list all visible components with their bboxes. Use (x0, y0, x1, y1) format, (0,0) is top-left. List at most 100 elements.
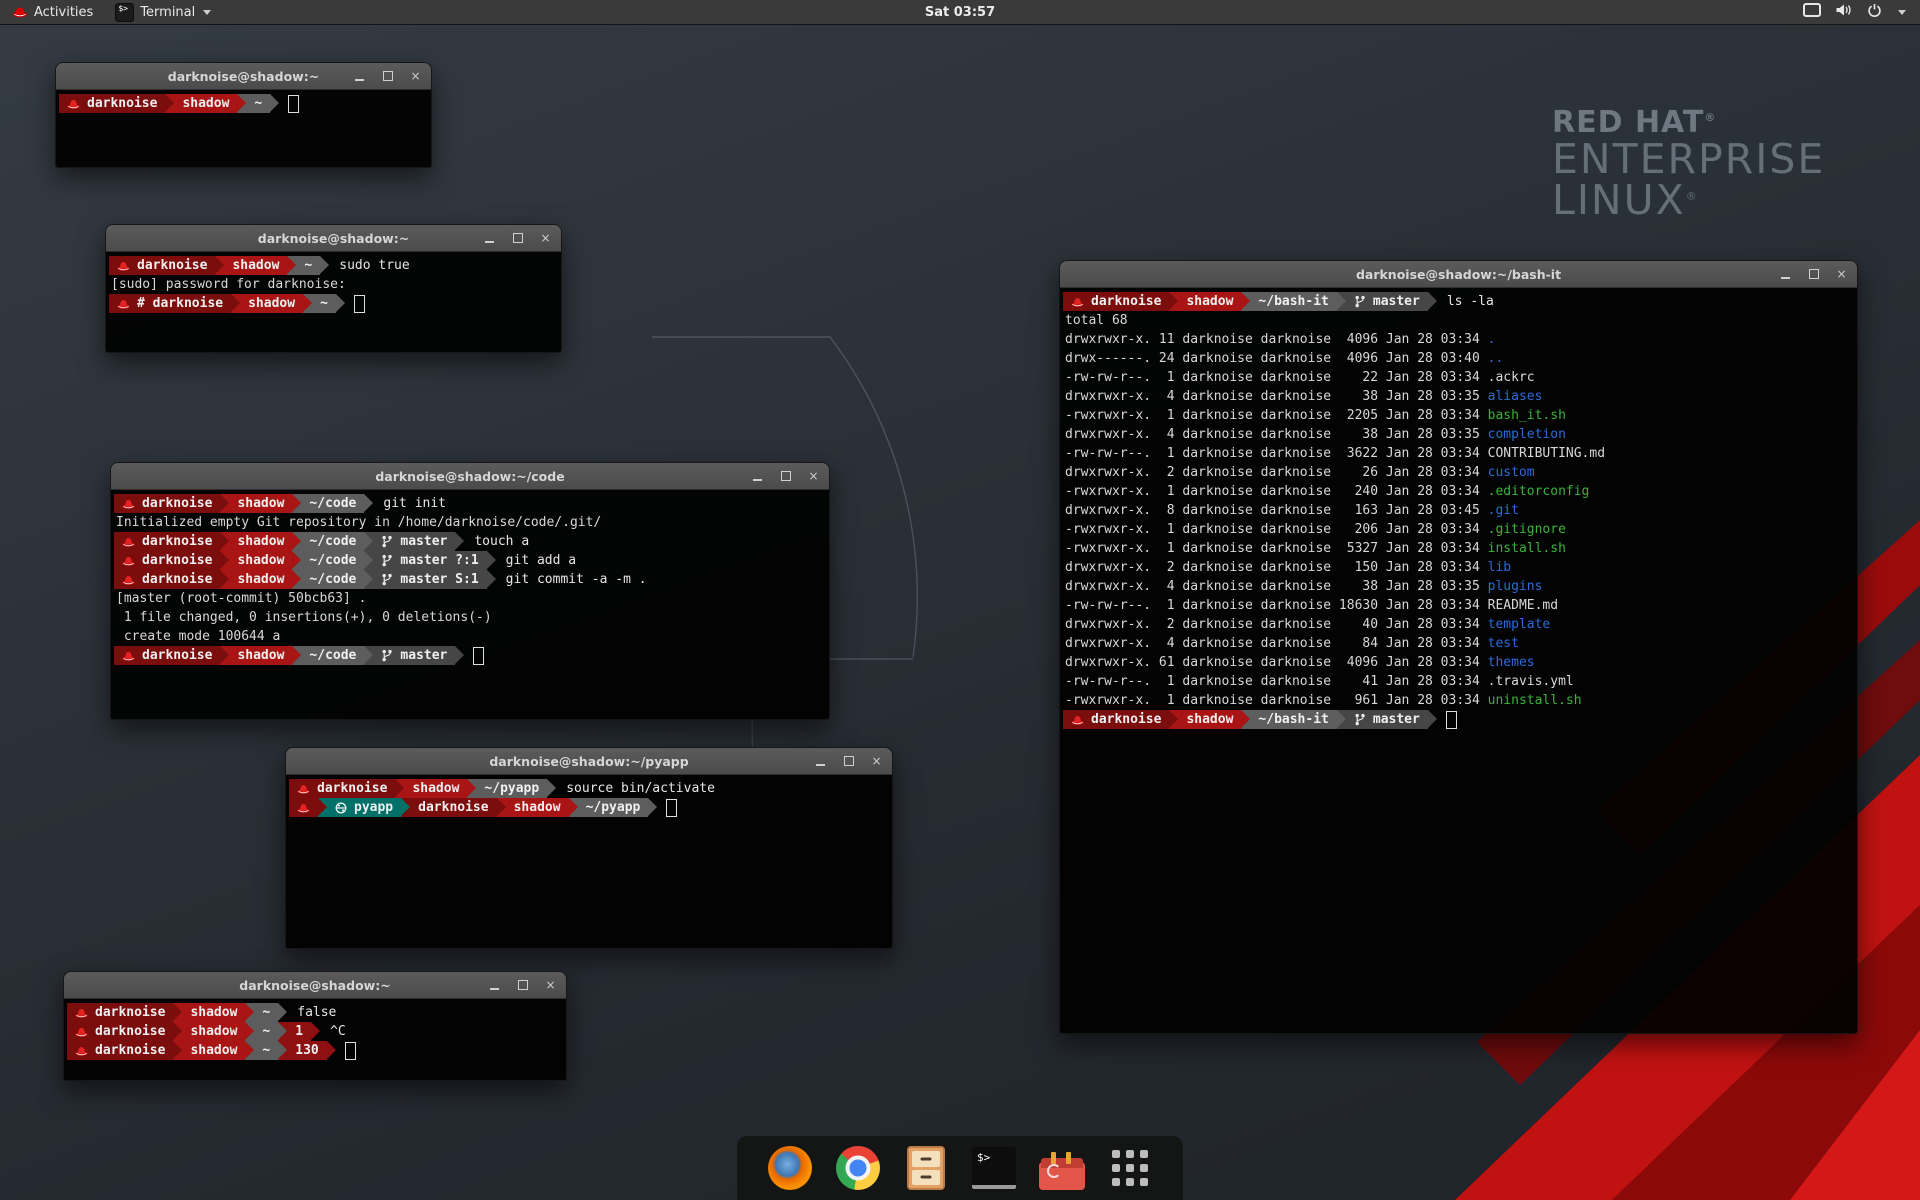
close-button[interactable]: × (870, 755, 883, 768)
powerline-separator (303, 294, 312, 313)
prompt-line: darknoiseshadow~/codemastertouch a (114, 532, 829, 551)
minimize-button[interactable] (483, 232, 496, 245)
prompt-segment-user: darknoise (289, 779, 395, 798)
prompt-segment-path: ~/code (301, 532, 364, 551)
powerline-separator (318, 798, 327, 817)
redhat-prompt-icon (75, 1027, 88, 1037)
prompt-segment-path: ~/pyapp (476, 779, 547, 798)
ls-row: -rw-rw-r--. 1 darknoise darknoise 3622 J… (1063, 444, 1857, 463)
file-name: test (1488, 634, 1519, 653)
terminal-window-pyapp: darknoise@shadow:~/pyapp×darknoiseshadow… (285, 747, 893, 949)
powerline-separator (1169, 710, 1178, 729)
git-branch-icon (381, 649, 393, 662)
minimize-button[interactable] (1779, 268, 1792, 281)
maximize-button[interactable] (381, 70, 394, 83)
maximize-button[interactable] (842, 755, 855, 768)
powerline-separator (1241, 292, 1250, 311)
files-icon[interactable] (903, 1145, 949, 1191)
app-grid-icon[interactable] (1107, 1145, 1153, 1191)
powerline-separator (311, 1022, 320, 1041)
volume-icon[interactable] (1835, 3, 1853, 21)
terminal-content[interactable]: darknoiseshadow~/codegit initInitialized… (111, 490, 829, 719)
top-bar: Activities $> Terminal Sat 03:57 (0, 0, 1920, 24)
prompt-segment-host: shadow (174, 94, 237, 113)
terminal-content[interactable]: darknoiseshadow~falsedarknoise shadow ~1 ^C… (64, 999, 566, 1080)
prompt-segment-host: shadow (1178, 710, 1241, 729)
powerline-separator (287, 256, 296, 275)
command-text: ^C (330, 1024, 346, 1039)
output-line: total 68 (1063, 311, 1857, 330)
window-titlebar[interactable]: darknoise@shadow:~/bash-it× (1060, 261, 1857, 288)
display-icon[interactable] (1803, 3, 1821, 21)
system-menu-chevron-icon[interactable] (1898, 10, 1906, 15)
terminal-content[interactable]: darknoiseshadow~ (56, 90, 431, 167)
powerline-separator (1428, 292, 1437, 311)
file-name: .. (1488, 349, 1504, 368)
redhat-prompt-icon (122, 575, 135, 585)
redhat-prompt-icon (297, 784, 310, 794)
prompt-segment-exit: 1 (287, 1022, 311, 1041)
close-button[interactable]: × (1835, 268, 1848, 281)
toolbox-icon[interactable] (1039, 1145, 1085, 1191)
terminal-content[interactable]: darknoiseshadow~sudo true[sudo] password… (106, 252, 561, 352)
rhel-logo: RED HAT® ENTERPRISE LINUX® (1552, 108, 1825, 222)
powerline-separator (455, 532, 464, 551)
powerline-separator (467, 779, 476, 798)
maximize-button[interactable] (1807, 268, 1820, 281)
minimize-button[interactable] (488, 979, 501, 992)
file-name: themes (1488, 653, 1535, 672)
terminal-content[interactable]: darknoiseshadow~/bash-itmasterls -latota… (1060, 288, 1857, 1033)
file-name: plugins (1488, 577, 1543, 596)
window-titlebar[interactable]: darknoise@shadow:~× (106, 225, 561, 252)
command-text: git commit -a -m . (506, 572, 647, 587)
terminal-cursor (666, 799, 677, 817)
window-title: darknoise@shadow:~/bash-it (1060, 267, 1857, 282)
window-titlebar[interactable]: darknoise@shadow:~× (56, 63, 431, 90)
minimize-button[interactable] (814, 755, 827, 768)
prompt-segment-host: shadow (229, 551, 292, 570)
maximize-button[interactable] (511, 232, 524, 245)
redhat-prompt-icon (1071, 297, 1084, 307)
file-name: lib (1488, 558, 1511, 577)
terminal-icon[interactable]: $> (971, 1145, 1017, 1191)
output-line: [master (root-commit) 50bcb63] . (114, 589, 829, 608)
file-name: README.md (1488, 596, 1558, 615)
file-name: install.sh (1488, 539, 1566, 558)
powerline-separator (231, 294, 240, 313)
prompt-segment-host: shadow (229, 532, 292, 551)
prompt-line: darknoiseshadow~false (67, 1003, 566, 1022)
powerline-separator (270, 94, 279, 113)
prompt-segment-host: shadow (224, 256, 287, 275)
minimize-button[interactable] (751, 470, 764, 483)
window-titlebar[interactable]: darknoise@shadow:~/code× (111, 463, 829, 490)
prompt-line: darknoiseshadow~1^C (67, 1022, 566, 1041)
close-button[interactable]: × (807, 470, 820, 483)
terminal-cursor (354, 295, 365, 313)
power-icon[interactable] (1867, 3, 1882, 22)
terminal-content[interactable]: darknoiseshadow~/pyappsource bin/activat… (286, 775, 892, 948)
firefox-icon[interactable] (767, 1145, 813, 1191)
prompt-segment-path: ~/code (301, 494, 364, 513)
maximize-button[interactable] (516, 979, 529, 992)
file-name: completion (1488, 425, 1566, 444)
prompt-segment-user: darknoise (67, 1022, 173, 1041)
redhat-prompt-icon (122, 499, 135, 509)
window-title: darknoise@shadow:~/pyapp (286, 754, 892, 769)
powerline-separator (487, 570, 496, 589)
git-branch-icon (1354, 713, 1366, 726)
file-name: aliases (1488, 387, 1543, 406)
prompt-segment-path: ~ (254, 1022, 278, 1041)
maximize-button[interactable] (779, 470, 792, 483)
clock[interactable]: Sat 03:57 (0, 5, 1920, 20)
window-titlebar[interactable]: darknoise@shadow:~× (64, 972, 566, 999)
close-button[interactable]: × (539, 232, 552, 245)
minimize-button[interactable] (353, 70, 366, 83)
chrome-icon[interactable] (835, 1145, 881, 1191)
prompt-segment-host: shadow (182, 1041, 245, 1060)
powerline-separator (364, 646, 373, 665)
window-titlebar[interactable]: darknoise@shadow:~/pyapp× (286, 748, 892, 775)
close-button[interactable]: × (544, 979, 557, 992)
prompt-segment-user: darknoise (114, 494, 220, 513)
output-line: 1 file changed, 0 insertions(+), 0 delet… (114, 608, 829, 627)
close-button[interactable]: × (409, 70, 422, 83)
